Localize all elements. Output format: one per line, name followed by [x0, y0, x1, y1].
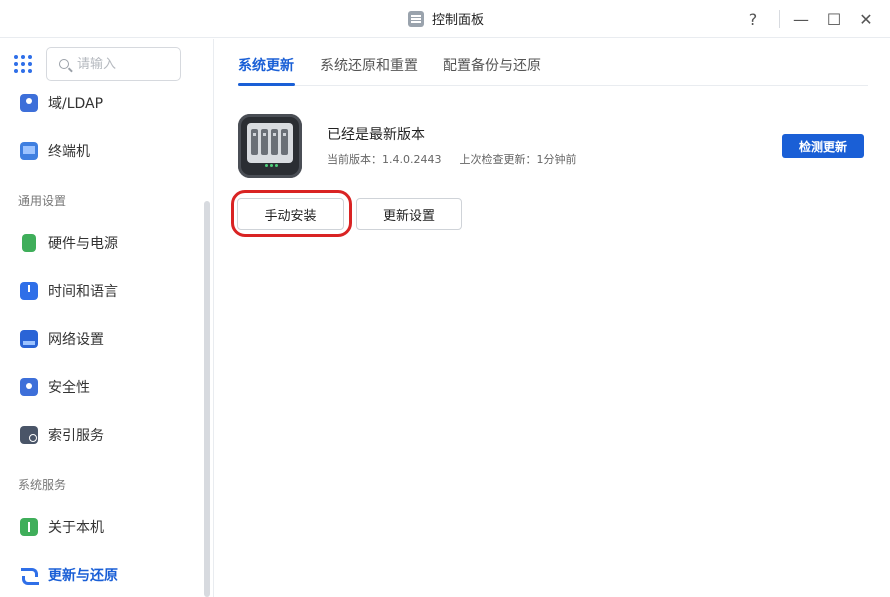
close-icon[interactable]: ✕: [856, 9, 876, 29]
sidebar-item-domain-ldap[interactable]: 域/LDAP: [0, 83, 205, 123]
sidebar-item-network[interactable]: 网络设置: [0, 319, 205, 359]
sidebar-item-time-language[interactable]: 时间和语言: [0, 271, 205, 311]
sidebar-scrollbar[interactable]: [204, 201, 210, 597]
section-label-system: 系统服务: [18, 478, 67, 492]
sidebar: 域/LDAP 终端机 通用设置 硬件与电源 时间和语言 网络设置 安全性 索引服…: [0, 39, 214, 597]
sidebar-item-hardware[interactable]: 硬件与电源: [0, 223, 205, 263]
sidebar-item-label: 安全性: [48, 380, 90, 396]
tab-bar: 系统更新 系统还原和重置 配置备份与还原: [238, 39, 868, 86]
sidebar-item-label: 更新与还原: [48, 568, 118, 584]
sidebar-item-label: 域/LDAP: [48, 96, 104, 112]
maximize-icon[interactable]: ☐: [824, 9, 844, 29]
shield-icon: [20, 378, 38, 396]
titlebar-divider: [779, 10, 780, 28]
clock-icon: [20, 282, 38, 300]
title-bar: 控制面板 ? — ☐ ✕: [0, 0, 890, 38]
search-icon: [59, 59, 69, 69]
tab-config-backup-restore[interactable]: 配置备份与还原: [443, 55, 541, 75]
terminal-icon: [20, 142, 38, 160]
sidebar-item-terminal[interactable]: 终端机: [0, 131, 205, 171]
update-icon: [20, 566, 39, 585]
search-box[interactable]: [46, 47, 181, 81]
section-label-general: 通用设置: [18, 194, 67, 208]
sidebar-item-label: 索引服务: [48, 428, 104, 444]
minimize-icon[interactable]: —: [791, 9, 811, 29]
sidebar-item-label: 关于本机: [48, 520, 104, 536]
network-icon: [20, 330, 38, 348]
sidebar-item-update-restore[interactable]: 更新与还原: [0, 555, 205, 595]
window-title: 控制面板: [432, 13, 485, 28]
check-update-button[interactable]: 检测更新: [782, 134, 864, 158]
sidebar-item-security[interactable]: 安全性: [0, 367, 205, 407]
search-input[interactable]: [77, 56, 167, 72]
hardware-icon: [22, 234, 36, 252]
sidebar-item-label: 网络设置: [48, 332, 104, 348]
sidebar-item-label: 终端机: [48, 144, 90, 160]
active-tab-indicator: [238, 83, 295, 86]
last-check-time: 上次检查更新：1分钟前: [459, 153, 577, 166]
current-version: 当前版本：1.4.0.2443: [327, 153, 442, 166]
sidebar-item-about[interactable]: 关于本机: [0, 507, 205, 547]
tab-system-update[interactable]: 系统更新: [238, 55, 294, 75]
control-panel-icon: [408, 10, 424, 27]
manual-install-button[interactable]: 手动安装: [237, 198, 344, 230]
index-icon: [20, 426, 38, 444]
apps-grid-icon[interactable]: [14, 55, 32, 73]
update-settings-button[interactable]: 更新设置: [356, 198, 462, 230]
update-status-meta: 当前版本：1.4.0.2443 上次检查更新：1分钟前: [327, 151, 576, 167]
domain-icon: [20, 94, 38, 112]
sidebar-item-index-service[interactable]: 索引服务: [0, 415, 205, 455]
window-title-wrap: 控制面板: [408, 9, 484, 28]
info-icon: [20, 518, 38, 536]
nas-device-icon: [238, 114, 302, 178]
update-status-title: 已经是最新版本: [327, 127, 425, 143]
tab-system-restore-reset[interactable]: 系统还原和重置: [320, 55, 418, 75]
help-icon[interactable]: ?: [743, 9, 763, 29]
sidebar-item-label: 硬件与电源: [48, 236, 118, 252]
sidebar-item-label: 时间和语言: [48, 284, 118, 300]
